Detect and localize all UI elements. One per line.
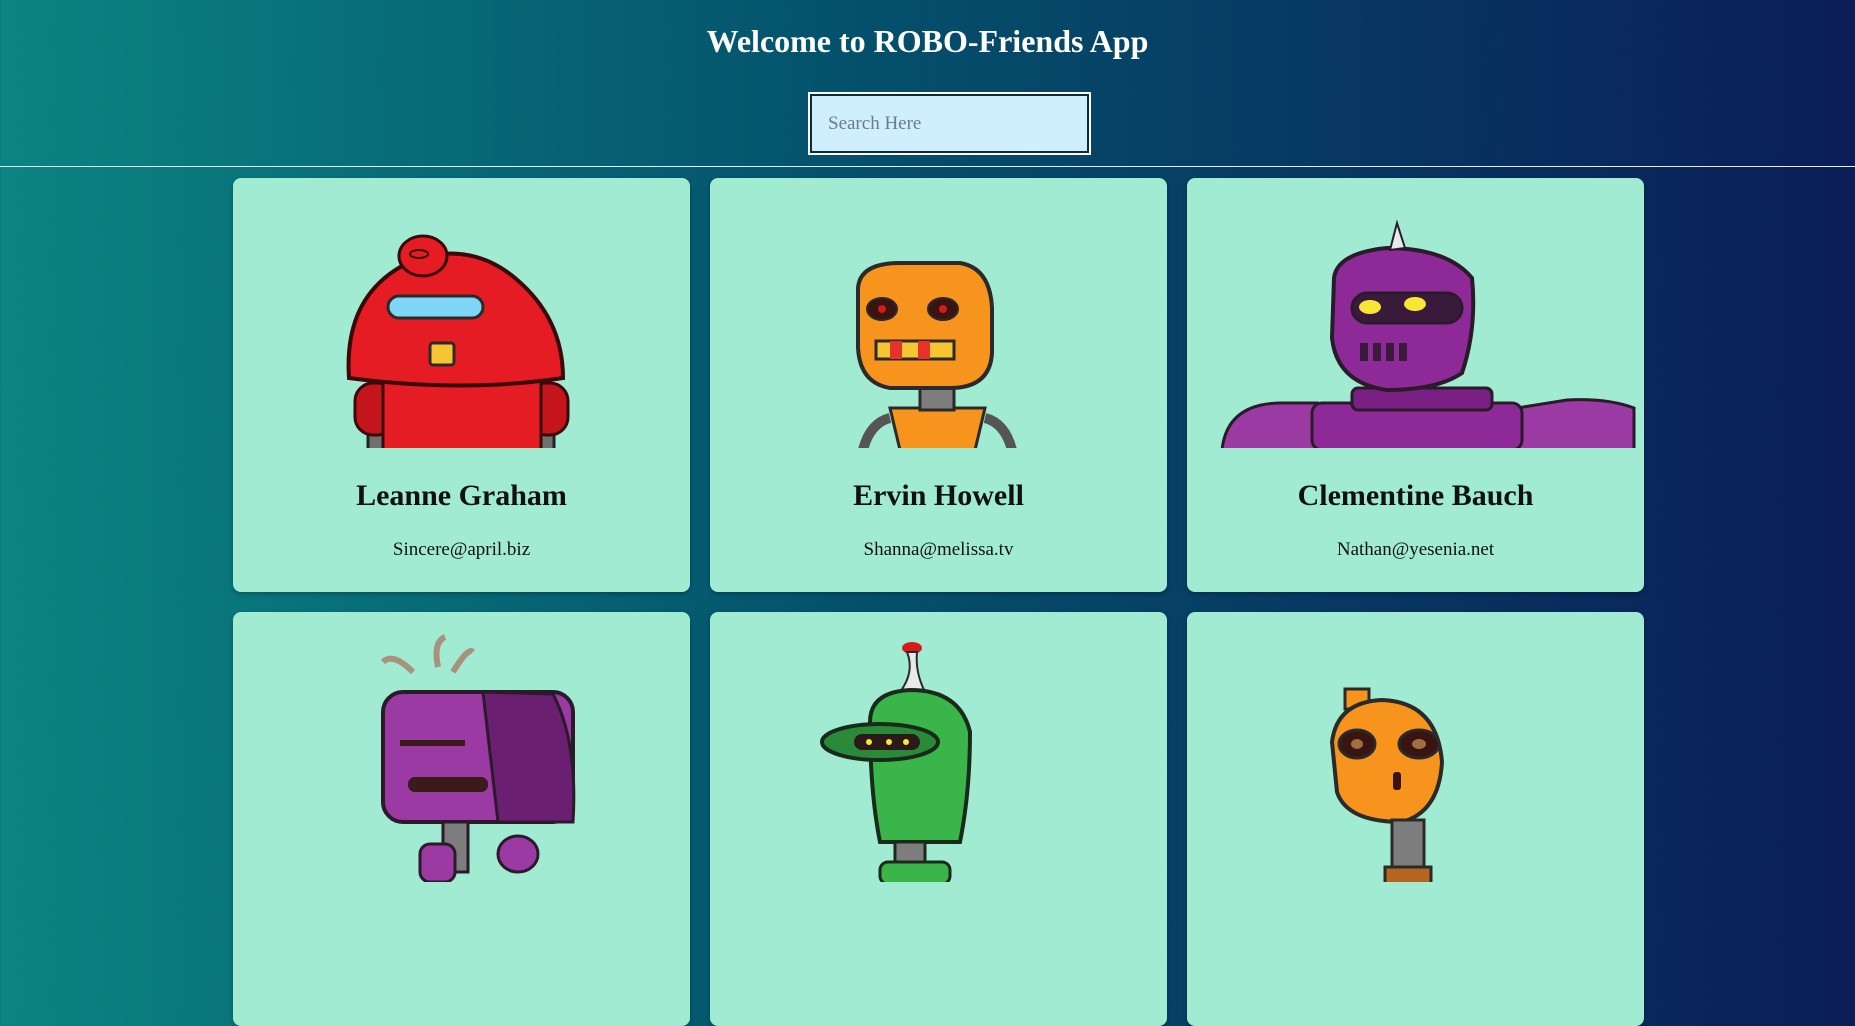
robot-card[interactable] [233, 612, 690, 1026]
robot-card[interactable]: Leanne Graham Sincere@april.biz [233, 178, 690, 592]
red-robot-image [346, 234, 570, 448]
robot-email: Sincere@april.biz [392, 539, 531, 560]
robot-name: Leanne Graham [356, 479, 567, 512]
green-robot-image [820, 642, 973, 882]
page-title: Welcome to ROBO-Friends App [706, 23, 1149, 59]
purple-boxhead-robot-image [380, 634, 576, 882]
search-container [808, 92, 1091, 155]
orange-roundhead-robot-image [1329, 687, 1445, 882]
purple-robot-image [1220, 219, 1636, 448]
robot-name: Ervin Howell [853, 479, 1024, 512]
robot-name: Clementine Bauch [1297, 479, 1534, 512]
robot-card[interactable]: Clementine Bauch Nathan@yesenia.net [1187, 178, 1644, 592]
robot-card[interactable] [1187, 612, 1644, 1026]
robot-card[interactable] [710, 612, 1167, 1026]
robot-card[interactable]: Ervin Howell Shanna@melissa.tv [710, 178, 1167, 592]
search-input[interactable] [808, 92, 1091, 155]
app-header: Welcome to ROBO-Friends App [0, 0, 1855, 167]
orange-robot-image [856, 261, 1017, 448]
robot-email: Shanna@melissa.tv [863, 539, 1014, 560]
robot-email: Nathan@yesenia.net [1336, 539, 1495, 560]
